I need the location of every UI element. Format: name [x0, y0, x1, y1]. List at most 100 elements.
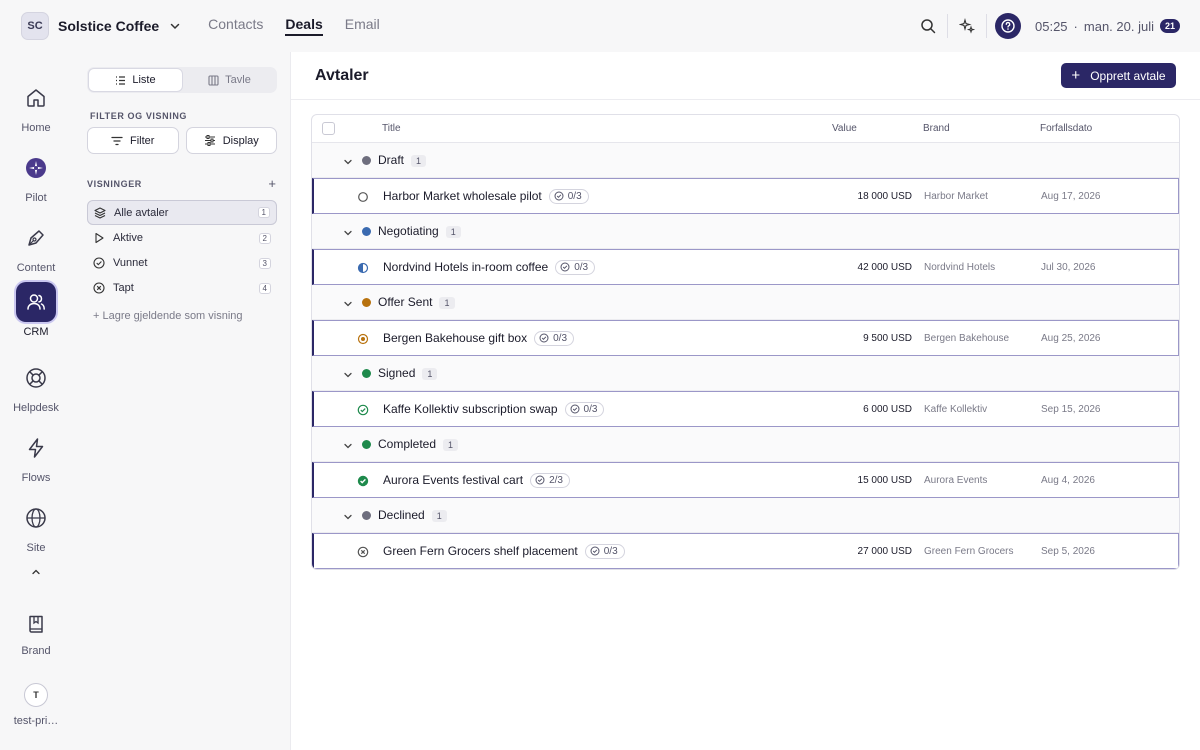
- home-icon: [16, 78, 56, 118]
- app-rail: Home Pilot Content CRM Helpdesk Flows Si…: [0, 52, 72, 750]
- group-header[interactable]: Signed 1: [312, 356, 1179, 391]
- rail-item-site[interactable]: Site: [0, 498, 72, 554]
- deal-brand: Green Fern Grocers: [924, 545, 1014, 557]
- chevron-down-icon[interactable]: [343, 297, 353, 307]
- table-row[interactable]: Harbor Market wholesale pilot 0/3 18 000 U…: [312, 178, 1179, 214]
- stage-color-dot: [362, 511, 371, 520]
- deal-title[interactable]: Nordvind Hotels in-room coffee: [383, 260, 548, 274]
- rail-label: Site: [26, 542, 46, 554]
- save-view-link[interactable]: + Lagre gjeldende som visning: [93, 310, 277, 322]
- rail-item-helpdesk[interactable]: Helpdesk: [0, 358, 72, 414]
- task-check-icon: [554, 191, 564, 201]
- clock-time: 05:25: [1035, 18, 1068, 34]
- view-mode-list[interactable]: Liste: [88, 68, 183, 92]
- collapse-rail-button[interactable]: [0, 566, 72, 578]
- select-all-checkbox[interactable]: [322, 122, 335, 135]
- view-mode-board[interactable]: Tavle: [183, 68, 276, 92]
- deal-title[interactable]: Bergen Bakehouse gift box: [383, 331, 527, 345]
- board-icon: [208, 74, 219, 86]
- rail-item-crm[interactable]: CRM: [0, 282, 72, 338]
- rail-label: Brand: [21, 645, 51, 657]
- nav-contacts[interactable]: Contacts: [208, 16, 263, 36]
- table-row[interactable]: Nordvind Hotels in-room coffee 0/3 42 000 …: [312, 249, 1179, 285]
- deal-title[interactable]: Green Fern Grocers shelf placement: [383, 544, 578, 558]
- workspace-switcher[interactable]: SC Solstice Coffee: [21, 12, 181, 40]
- group-header[interactable]: Draft 1: [312, 143, 1179, 178]
- view-item-active[interactable]: Aktive 2: [87, 226, 277, 250]
- view-item-lost[interactable]: Tapt 4: [87, 276, 277, 300]
- column-header-title[interactable]: Title: [382, 123, 401, 134]
- deal-due-date: Aug 17, 2026: [1041, 190, 1101, 202]
- group-header[interactable]: Declined 1: [312, 498, 1179, 533]
- deal-title[interactable]: Kaffe Kollektiv subscription swap: [383, 402, 558, 416]
- deal-value: 9 500 USD: [863, 332, 912, 344]
- top-bar: SC Solstice Coffee Contacts Deals Email …: [0, 0, 1200, 52]
- rail-label: Home: [21, 122, 51, 134]
- deal-value: 27 000 USD: [857, 545, 912, 557]
- display-button[interactable]: Display: [185, 127, 277, 154]
- task-progress-badge: 0/3: [534, 330, 575, 346]
- workspace-name: Solstice Coffee: [58, 18, 160, 34]
- view-item-count: 2: [258, 232, 271, 244]
- task-count: 0/3: [574, 261, 589, 273]
- user-menu[interactable]: T test-pri…: [0, 683, 72, 727]
- rail-item-flows[interactable]: Flows: [0, 428, 72, 484]
- stage-color-dot: [362, 298, 371, 307]
- group-name: Completed: [378, 437, 437, 451]
- check-filled-icon: [357, 475, 369, 487]
- filter-icon: [111, 136, 123, 145]
- table-row[interactable]: Kaffe Kollektiv subscription swap 0/3 6 00…: [312, 391, 1179, 427]
- table-row[interactable]: Bergen Bakehouse gift box 0/3 9 500 USD Ber…: [312, 320, 1179, 356]
- group-header[interactable]: Negotiating 1: [312, 214, 1179, 249]
- search-icon[interactable]: [917, 15, 939, 37]
- view-item-won[interactable]: Vunnet 3: [87, 251, 277, 275]
- sparkle-icon[interactable]: [956, 15, 978, 37]
- chevron-down-icon[interactable]: [343, 510, 353, 520]
- divider: [986, 14, 987, 38]
- pilot-icon: [16, 148, 56, 188]
- rail-label: CRM: [23, 326, 49, 338]
- list-icon: [116, 75, 126, 85]
- task-progress-badge: 0/3: [564, 401, 605, 417]
- check-circle-icon: [93, 257, 107, 269]
- deal-title[interactable]: Aurora Events festival cart: [383, 473, 523, 487]
- rail-item-brand[interactable]: Brand: [0, 604, 72, 657]
- chevron-down-icon[interactable]: [343, 368, 353, 378]
- table-row[interactable]: Green Fern Grocers shelf placement 0/3 27 …: [312, 533, 1179, 569]
- group-header[interactable]: Completed 1: [312, 427, 1179, 462]
- table-row[interactable]: Aurora Events festival cart 2/3 15 000 USD…: [312, 462, 1179, 498]
- add-view-icon[interactable]: +: [268, 176, 276, 191]
- create-deal-button[interactable]: + Opprett avtale: [1061, 63, 1176, 88]
- nav-email[interactable]: Email: [345, 16, 380, 36]
- chevron-down-icon[interactable]: [343, 439, 353, 449]
- chevron-up-icon: [32, 569, 40, 575]
- group-count: 1: [445, 226, 461, 238]
- x-circle-icon: [93, 282, 107, 294]
- deal-title[interactable]: Harbor Market wholesale pilot: [383, 189, 542, 203]
- help-button[interactable]: [995, 13, 1021, 39]
- filter-button[interactable]: Filter: [87, 127, 179, 154]
- avatar: T: [24, 683, 48, 707]
- task-check-icon: [570, 404, 580, 414]
- view-item-all[interactable]: Alle avtaler 1: [87, 200, 277, 225]
- task-check-icon: [560, 262, 570, 272]
- rail-item-home[interactable]: Home: [0, 78, 72, 134]
- rail-item-pilot[interactable]: Pilot: [0, 148, 72, 204]
- column-header-brand[interactable]: Brand: [923, 123, 950, 134]
- nav-deals[interactable]: Deals: [285, 16, 323, 36]
- chevron-down-icon[interactable]: [343, 155, 353, 165]
- rail-label: Flows: [21, 472, 51, 484]
- rail-item-content[interactable]: Content: [0, 218, 72, 274]
- page-title: Avtaler: [315, 66, 369, 84]
- chevron-down-icon[interactable]: [169, 20, 181, 32]
- stage-color-dot: [362, 156, 371, 165]
- group-name: Offer Sent: [378, 295, 433, 309]
- views-section-title: VISNINGER: [87, 178, 142, 189]
- column-header-value[interactable]: Value: [832, 123, 857, 134]
- check-circle-icon: [357, 404, 369, 416]
- task-progress-badge: 0/3: [584, 543, 625, 559]
- task-count: 0/3: [553, 332, 568, 344]
- column-header-due[interactable]: Forfallsdato: [1040, 123, 1092, 134]
- chevron-down-icon[interactable]: [343, 226, 353, 236]
- group-header[interactable]: Offer Sent 1: [312, 285, 1179, 320]
